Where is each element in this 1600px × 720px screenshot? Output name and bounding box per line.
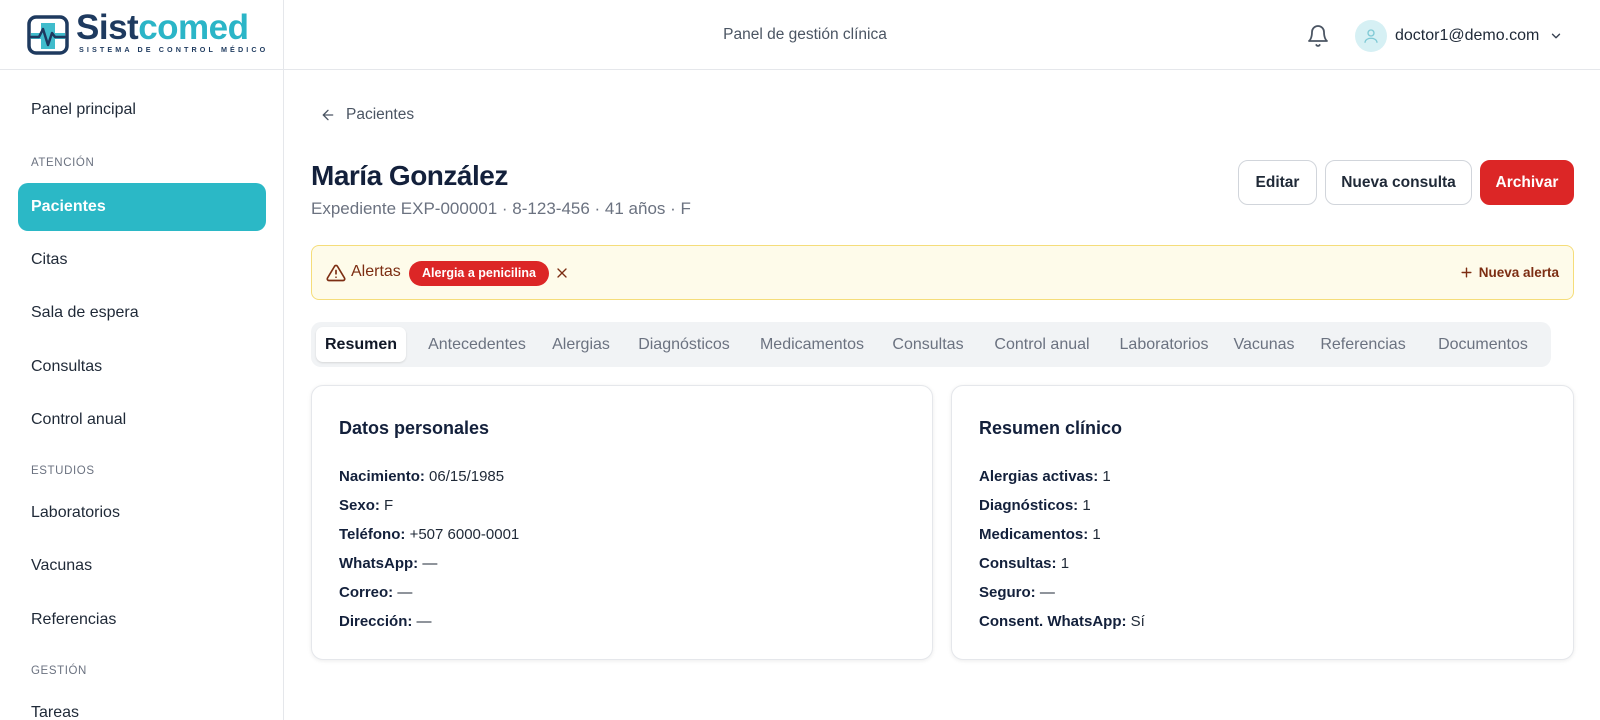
- field-consultations: Consultas: 1: [979, 555, 1069, 572]
- field-value: 1: [1082, 497, 1091, 514]
- field-key: Correo:: [339, 584, 394, 601]
- patient-tabs: Resumen Antecedentes Alergias Diagnóstic…: [311, 322, 1551, 367]
- warning-icon: [326, 264, 346, 282]
- sidebar-item-vacunas[interactable]: Vacunas: [18, 542, 266, 590]
- top-header: Sistcomed SISTEMA DE CONTROL MÉDICO Pane…: [0, 0, 1600, 70]
- field-key: Dirección:: [339, 613, 413, 630]
- clinical-card-title: Resumen clínico: [979, 418, 1123, 438]
- field-key: Consent. WhatsApp:: [979, 613, 1127, 630]
- tab-vacunas[interactable]: Vacunas: [1229, 327, 1299, 362]
- field-key: Medicamentos:: [979, 526, 1089, 543]
- brand-name-part1: Sist: [76, 8, 139, 47]
- field-key: Sexo:: [339, 497, 380, 514]
- sidebar-item-tareas[interactable]: Tareas: [18, 689, 266, 720]
- field-value: 1: [1102, 468, 1111, 485]
- field-key: Diagnósticos:: [979, 497, 1079, 514]
- field-value: —: [1039, 584, 1055, 601]
- personal-data-card: Datos personales Nacimiento: 06/15/1985 …: [311, 385, 933, 660]
- tab-laboratorios[interactable]: Laboratorios: [1111, 327, 1217, 362]
- field-value: Sí: [1130, 613, 1145, 630]
- archive-button[interactable]: Archivar: [1480, 160, 1574, 205]
- clinical-summary-card: Resumen clínico Alergias activas: 1 Diag…: [951, 385, 1574, 660]
- alerts-label: Alertas: [351, 263, 401, 280]
- field-email: Correo: —: [339, 584, 412, 601]
- new-alert-button[interactable]: Nueva alerta: [1460, 265, 1559, 280]
- tab-control-anual[interactable]: Control anual: [985, 327, 1099, 362]
- tab-resumen[interactable]: Resumen: [316, 327, 406, 362]
- patient-name: María González: [311, 160, 508, 191]
- field-value: 06/15/1985: [429, 468, 505, 485]
- patient-meta: Expediente EXP-000001 · 8-123-456 · 41 a…: [311, 199, 691, 218]
- user-email: doctor1@demo.com: [1395, 27, 1540, 44]
- brand[interactable]: Sistcomed SISTEMA DE CONTROL MÉDICO: [0, 0, 284, 70]
- logo-icon: [27, 15, 69, 55]
- new-consultation-button[interactable]: Nueva consulta: [1325, 160, 1472, 205]
- field-sex: Sexo: F: [339, 497, 393, 514]
- tab-antecedentes[interactable]: Antecedentes: [418, 327, 536, 362]
- field-insurance: Seguro: —: [979, 584, 1055, 601]
- field-birthdate: Nacimiento: 06/15/1985: [339, 468, 504, 485]
- brand-name-part2: comed: [138, 8, 249, 47]
- field-key: WhatsApp:: [339, 555, 419, 572]
- close-icon[interactable]: [554, 265, 570, 281]
- sidebar-section-gestion: GESTIÓN: [31, 665, 87, 677]
- brand-name: Sistcomed: [76, 10, 249, 45]
- field-value: F: [384, 497, 394, 514]
- plus-icon: [1461, 267, 1472, 278]
- tab-medicamentos[interactable]: Medicamentos: [753, 327, 871, 362]
- sidebar-item-citas[interactable]: Citas: [18, 236, 266, 284]
- field-value: 1: [1092, 526, 1101, 543]
- field-value: 1: [1060, 555, 1070, 572]
- brand-tagline: SISTEMA DE CONTROL MÉDICO: [79, 45, 269, 54]
- sidebar-section-estudios: ESTUDIOS: [31, 465, 95, 477]
- bell-icon[interactable]: [1306, 24, 1330, 48]
- field-medications: Medicamentos: 1: [979, 526, 1101, 543]
- field-key: Nacimiento:: [339, 468, 425, 485]
- field-diagnoses: Diagnósticos: 1: [979, 497, 1091, 514]
- field-key: Consultas:: [979, 555, 1057, 572]
- sidebar: Panel principal ATENCIÓN Pacientes Citas…: [0, 70, 284, 720]
- field-address: Dirección: —: [339, 613, 432, 630]
- back-link-label: Pacientes: [346, 106, 415, 123]
- field-value: —: [397, 584, 413, 601]
- header-title: Panel de gestión clínica: [723, 26, 887, 43]
- field-value: —: [422, 555, 438, 572]
- sidebar-section-atencion: ATENCIÓN: [31, 157, 95, 169]
- arrow-left-icon: [322, 109, 334, 121]
- field-phone: Teléfono: +507 6000-0001: [339, 526, 519, 543]
- chevron-down-icon: [1552, 33, 1561, 39]
- sidebar-item-referencias[interactable]: Referencias: [18, 596, 266, 644]
- field-key: Alergias activas:: [979, 468, 1099, 485]
- field-value: +507 6000-0001: [409, 526, 520, 543]
- field-whatsapp-consent: Consent. WhatsApp: Sí: [979, 613, 1145, 630]
- tab-diagnosticos[interactable]: Diagnósticos: [627, 327, 741, 362]
- field-value: —: [416, 613, 432, 630]
- sidebar-item-laboratorios[interactable]: Laboratorios: [18, 489, 266, 537]
- sidebar-item-panel-principal[interactable]: Panel principal: [18, 86, 266, 134]
- field-key: Teléfono:: [339, 526, 406, 543]
- tab-documentos[interactable]: Documentos: [1427, 327, 1539, 362]
- user-avatar-icon: [1355, 20, 1387, 52]
- tab-alergias[interactable]: Alergias: [547, 327, 615, 362]
- sidebar-item-sala-de-espera[interactable]: Sala de espera: [18, 289, 266, 337]
- edit-button[interactable]: Editar: [1238, 160, 1317, 205]
- alert-chip: Alergia a penicilina: [409, 261, 549, 286]
- tab-consultas[interactable]: Consultas: [884, 327, 972, 362]
- back-to-patients-link[interactable]: Pacientes: [320, 106, 414, 124]
- sidebar-item-pacientes[interactable]: Pacientes: [18, 183, 266, 231]
- personal-card-title: Datos personales: [339, 418, 490, 438]
- sidebar-item-consultas[interactable]: Consultas: [18, 343, 266, 391]
- alerts-banner: Alertas Alergia a penicilina Nueva alert…: [311, 245, 1574, 300]
- user-menu[interactable]: doctor1@demo.com: [1355, 19, 1563, 53]
- field-active-allergies: Alergias activas: 1: [979, 468, 1111, 485]
- field-key: Seguro:: [979, 584, 1036, 601]
- field-whatsapp: WhatsApp: —: [339, 555, 437, 572]
- sidebar-item-control-anual[interactable]: Control anual: [18, 396, 266, 444]
- new-alert-label: Nueva alerta: [1478, 265, 1559, 280]
- tab-referencias[interactable]: Referencias: [1311, 327, 1415, 362]
